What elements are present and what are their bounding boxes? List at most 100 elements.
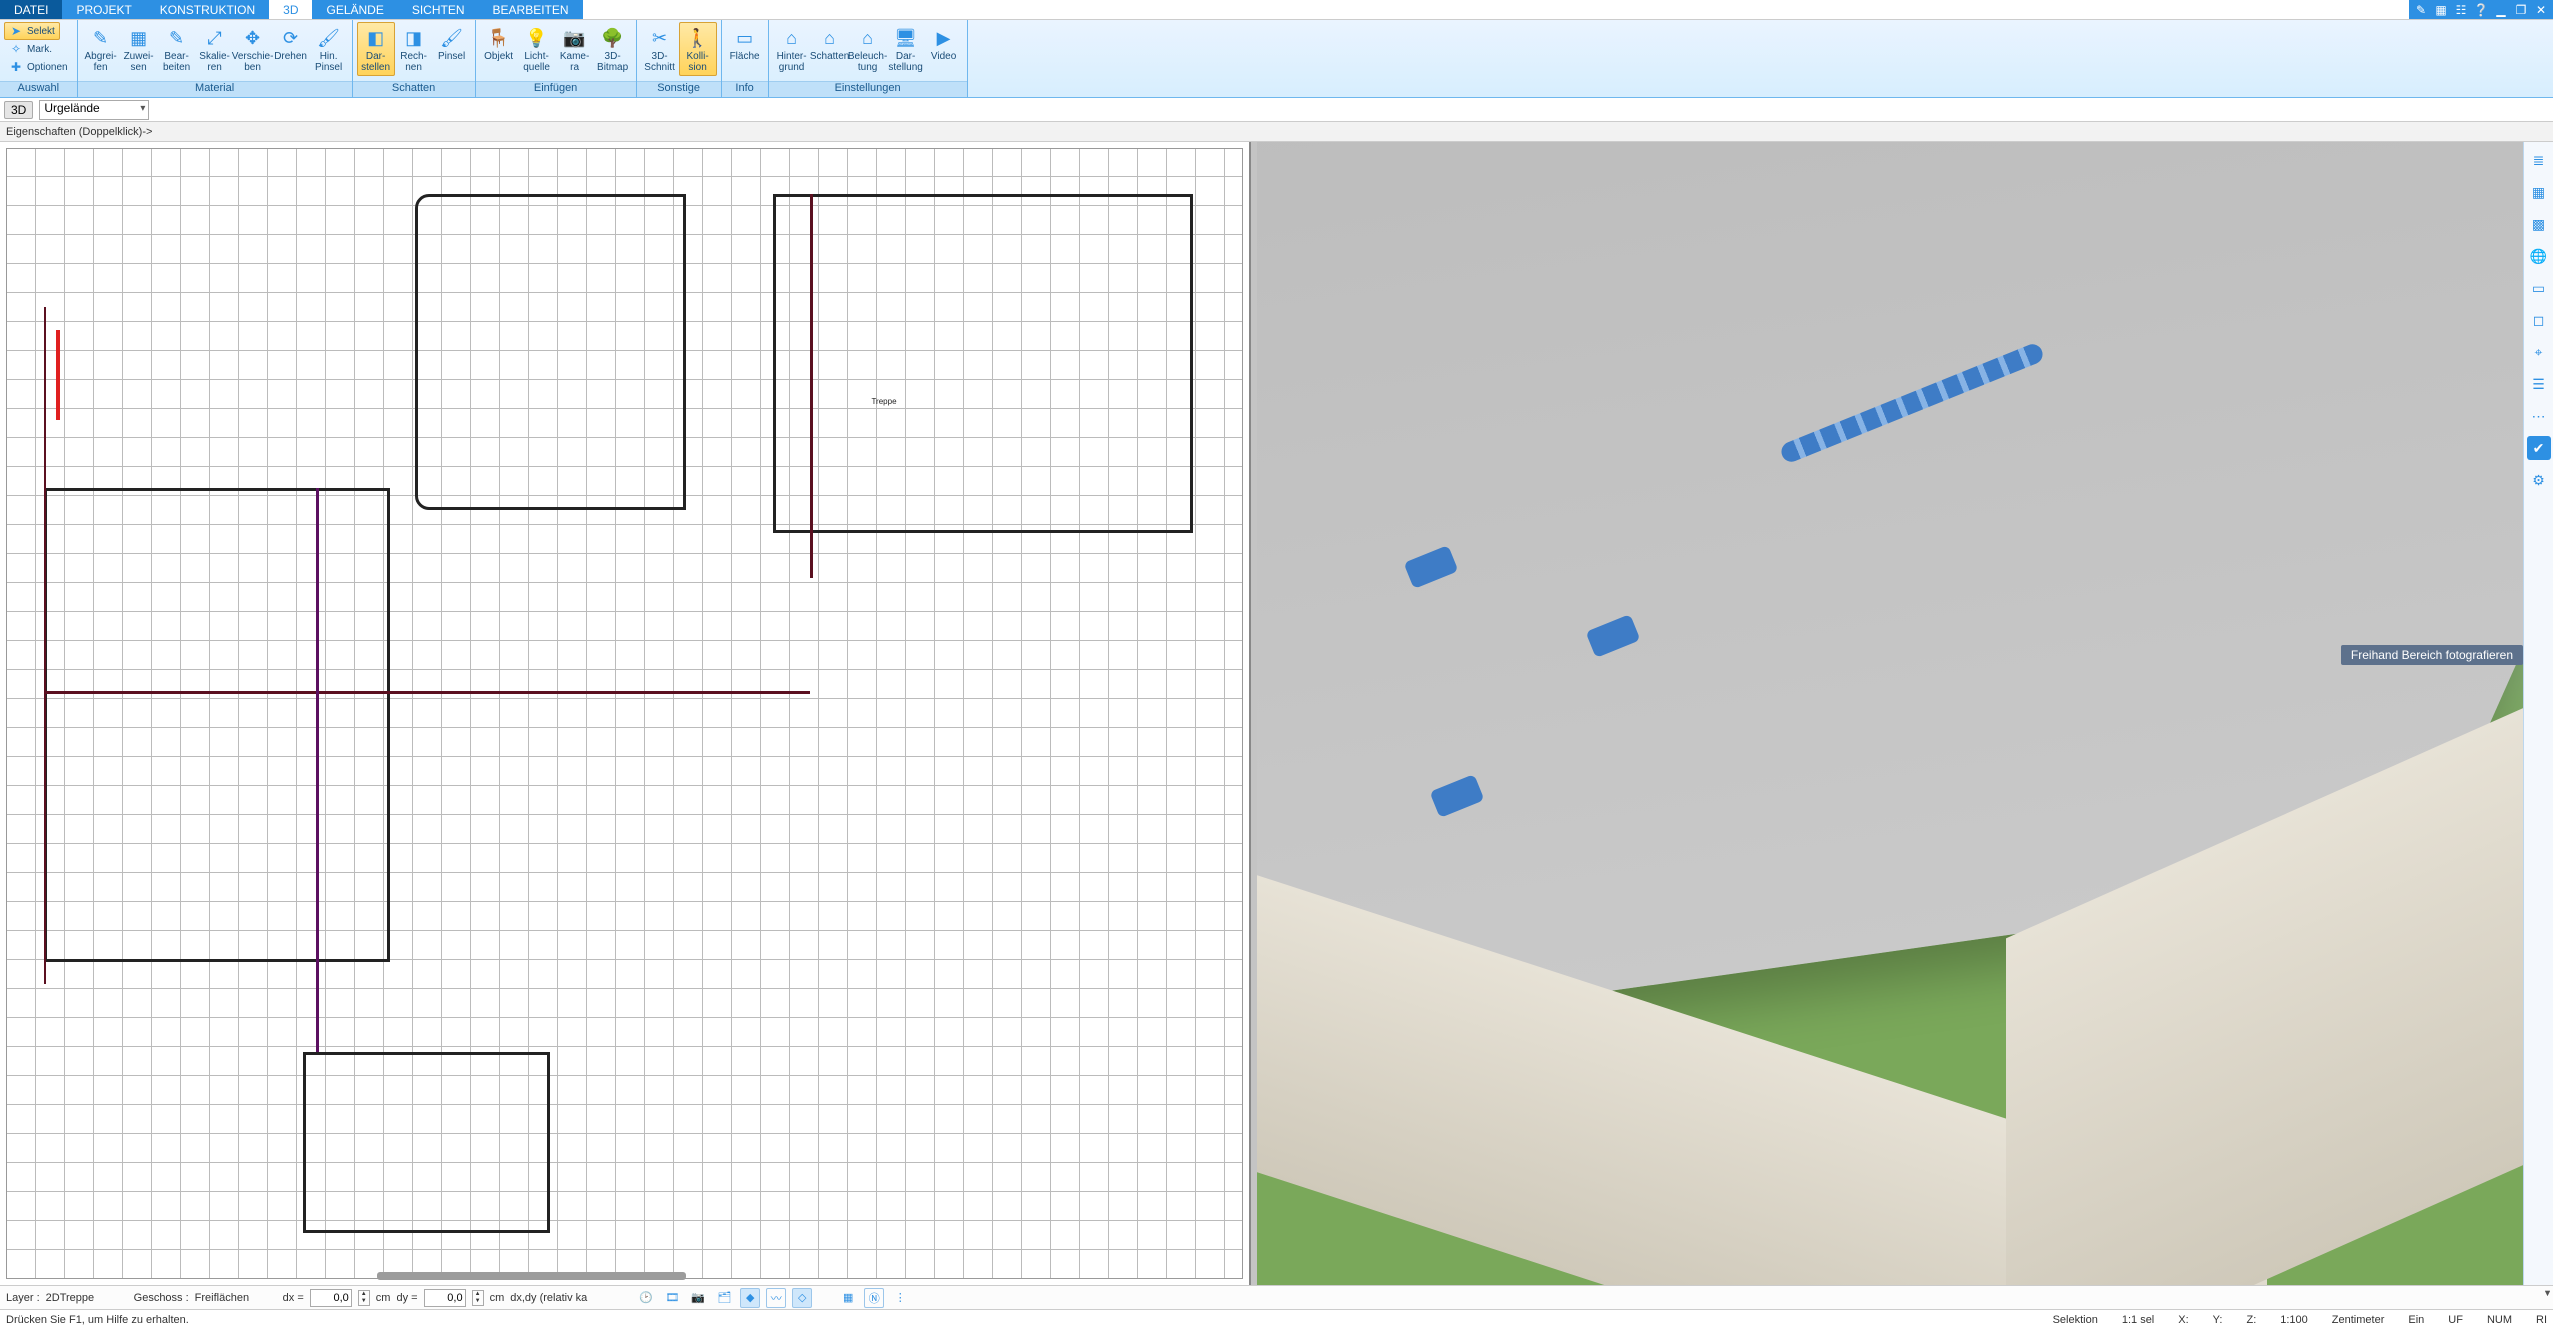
ribbon-btn-1-0[interactable]: ✎Abgrei- fen: [82, 22, 120, 76]
dy-input[interactable]: [424, 1289, 466, 1307]
status-num: NUM: [2487, 1314, 2512, 1326]
skalie-ren-icon: ⤢: [202, 25, 228, 51]
ribbon-btn-2-0[interactable]: ◧Dar- stellen: [357, 22, 395, 76]
view-splitter[interactable]: [1251, 142, 1257, 1285]
status-unit: Zentimeter: [2332, 1314, 2385, 1326]
panel-icon[interactable]: ▭: [2527, 276, 2551, 300]
plan-label-treppe: Treppe: [871, 397, 896, 406]
help-icon[interactable]: ❔: [2473, 2, 2489, 18]
ribbon-btn-label: Zuwei- sen: [124, 51, 154, 73]
view-3d[interactable]: Freihand Bereich fotografieren: [1251, 142, 2553, 1285]
snap-icon[interactable]: ⌖: [2527, 340, 2551, 364]
ribbon-btn-label: Objekt: [484, 51, 513, 62]
close-icon[interactable]: ✕: [2533, 2, 2549, 18]
menu-datei[interactable]: DATEI: [0, 0, 62, 19]
dx-spinner[interactable]: ▲▼: [358, 1290, 370, 1306]
ribbon-btn-label: Mark.: [27, 44, 52, 55]
stack-icon[interactable]: 🗂: [714, 1288, 734, 1308]
ribbon-btn-4-1[interactable]: 🚶Kolli- sion: [679, 22, 717, 76]
ribbon-btn-3-2[interactable]: 📷Kame- ra: [556, 22, 594, 76]
ribbon-btn-3-3[interactable]: 🌳3D- Bitmap: [594, 22, 632, 76]
menu-3d[interactable]: 3D: [269, 0, 312, 19]
ribbon: ➤Selekt✧Mark.✚OptionenAuswahl✎Abgrei- fe…: [0, 20, 2553, 98]
kame-ra-icon: 📷: [562, 25, 588, 51]
restore-icon[interactable]: ❐: [2513, 2, 2529, 18]
menu-projekt[interactable]: PROJEKT: [62, 0, 145, 19]
dy-label: dy =: [396, 1292, 417, 1304]
ribbon-btn-label: Optionen: [27, 62, 68, 73]
terrain-combo[interactable]: Urgelände: [39, 100, 149, 120]
materials-icon[interactable]: ▦: [2527, 180, 2551, 204]
ribbon-btn-1-1[interactable]: ▦Zuwei- sen: [120, 22, 158, 76]
dar-stellen-icon: ◧: [363, 25, 389, 51]
ribbon-btn-4-0[interactable]: ✂3D- Schnitt: [641, 22, 679, 76]
story-combo[interactable]: Freiflächen: [195, 1292, 277, 1304]
texture-icon[interactable]: ▩: [2527, 212, 2551, 236]
more-icon[interactable]: ⋯: [2527, 404, 2551, 428]
ribbon-btn-2-2[interactable]: 🖌Pinsel: [433, 22, 471, 65]
camera-icon[interactable]: 📷: [688, 1288, 708, 1308]
ribbon-btn-label: Hin. Pinsel: [315, 51, 342, 73]
ribbon-btn-label: 3D- Schnitt: [644, 51, 675, 73]
ribbon-btn-1-2[interactable]: ✎Bear- beiten: [158, 22, 196, 76]
ribbon-btn-1-3[interactable]: ⤢Skalie- ren: [196, 22, 234, 76]
ribbon-btn-6-2[interactable]: ⌂Beleuch- tung: [849, 22, 887, 76]
dx-input[interactable]: [310, 1289, 352, 1307]
menu-konstruktion[interactable]: KONSTRUKTION: [146, 0, 269, 19]
status-scale: 1:100: [2280, 1314, 2308, 1326]
tool-icon-3[interactable]: ☷: [2453, 2, 2469, 18]
ribbon-btn-3-1[interactable]: 💡Licht- quelle: [518, 22, 556, 76]
ribbon-btn-label: Hinter- grund: [777, 51, 807, 73]
film-icon[interactable]: 🎞: [662, 1288, 682, 1308]
ribbon-btn-label: Abgrei- fen: [84, 51, 116, 73]
layer-combo[interactable]: 2DTreppe: [46, 1292, 128, 1304]
ribbon-btn-0-0[interactable]: ➤Selekt: [4, 22, 60, 40]
ribbon-btn-label: Beleuch- tung: [848, 51, 887, 73]
ribbon-btn-3-0[interactable]: 🪑Objekt: [480, 22, 518, 65]
menu-gelaende[interactable]: GELÄNDE: [312, 0, 397, 19]
dy-spinner[interactable]: ▲▼: [472, 1290, 484, 1306]
select-icon[interactable]: ◻: [2527, 308, 2551, 332]
ribbon-btn-6-3[interactable]: 🖥Dar- stellung: [887, 22, 925, 76]
coord-mode-combo[interactable]: dx,dy (relativ ka: [510, 1292, 610, 1304]
beleuch-tung-icon: ⌂: [855, 25, 881, 51]
ribbon-btn-1-4[interactable]: ✥Verschie- ben: [234, 22, 272, 76]
tool-icon-2[interactable]: ▦: [2433, 2, 2449, 18]
snap-toggle-2[interactable]: 〰: [766, 1288, 786, 1308]
measure-icon[interactable]: ☰: [2527, 372, 2551, 396]
layers-icon[interactable]: ≣: [2527, 148, 2551, 172]
ribbon-btn-6-4[interactable]: ▶Video: [925, 22, 963, 65]
ribbon-btn-0-1[interactable]: ✧Mark.: [4, 40, 57, 58]
tool-icon-1[interactable]: ✎: [2413, 2, 2429, 18]
schatten-icon: ⌂: [817, 25, 843, 51]
minimize-icon[interactable]: ▁: [2493, 2, 2509, 18]
plan-canvas[interactable]: Treppe: [6, 148, 1243, 1279]
clock-icon[interactable]: 🕑: [636, 1288, 656, 1308]
globe-icon[interactable]: 🌐: [2527, 244, 2551, 268]
status-x: X:: [2178, 1314, 2188, 1326]
ribbon-group-0: ➤Selekt✧Mark.✚OptionenAuswahl: [0, 20, 78, 97]
settings-icon[interactable]: ⚙: [2527, 468, 2551, 492]
plan-view-2d[interactable]: Treppe: [0, 142, 1251, 1285]
plan-scroll-horizontal[interactable]: [377, 1272, 686, 1280]
north-icon[interactable]: Ⓝ: [864, 1288, 884, 1308]
ribbon-btn-1-6[interactable]: 🖌Hin. Pinsel: [310, 22, 348, 76]
menu-bearbeiten[interactable]: BEARBEITEN: [479, 0, 583, 19]
check-icon[interactable]: ✔: [2527, 436, 2551, 460]
ribbon-btn-2-1[interactable]: ◨Rech- nen: [395, 22, 433, 76]
status-uf: UF: [2448, 1314, 2463, 1326]
grid-icon[interactable]: ▦: [838, 1288, 858, 1308]
menu-sichten[interactable]: SICHTEN: [398, 0, 479, 19]
abgrei-fen-icon: ✎: [88, 25, 114, 51]
menu-dots-icon[interactable]: ⋮: [890, 1288, 910, 1308]
ribbon-btn-5-0[interactable]: ▭Fläche: [726, 22, 764, 65]
rech-nen-icon: ◨: [401, 25, 427, 51]
ribbon-btn-1-5[interactable]: ⟳Drehen: [272, 22, 310, 65]
ribbon-btn-label: Licht- quelle: [523, 51, 550, 73]
ribbon-btn-6-0[interactable]: ⌂Hinter- grund: [773, 22, 811, 76]
snap-toggle-1[interactable]: ◆: [740, 1288, 760, 1308]
snap-toggle-3[interactable]: ◇: [792, 1288, 812, 1308]
story-label: Geschoss :: [134, 1292, 189, 1304]
ribbon-btn-6-1[interactable]: ⌂Schatten: [811, 22, 849, 65]
ribbon-btn-0-2[interactable]: ✚Optionen: [4, 58, 73, 76]
